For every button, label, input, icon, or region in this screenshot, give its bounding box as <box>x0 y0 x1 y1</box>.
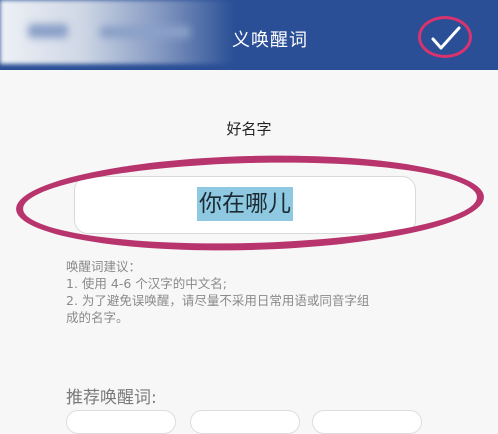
blurred-region <box>100 26 190 38</box>
blurred-region <box>28 24 68 38</box>
annotation-circle <box>418 16 472 58</box>
header-bar: 义唤醒词 <box>0 0 498 70</box>
hint-line: 成的名字。 <box>66 310 129 325</box>
recommend-title: 推荐唤醒词: <box>66 388 157 408</box>
recommend-chip[interactable] <box>312 410 422 434</box>
hint-line: 2. 为了避免误唤醒，请尽量不采用日常用语或同音字组 <box>66 293 370 308</box>
name-label: 好名字 <box>226 120 272 138</box>
hint-line: 1. 使用 4-6 个汉字的中文名; <box>66 276 227 291</box>
hint-block: 唤醒词建议： 1. 使用 4-6 个汉字的中文名; 2. 为了避免误唤醒，请尽量… <box>66 258 446 326</box>
recommend-chip[interactable] <box>66 410 176 434</box>
annotation-oval <box>14 149 486 257</box>
recommend-chip[interactable] <box>190 410 300 434</box>
hint-title: 唤醒词建议： <box>66 259 142 274</box>
page-title: 义唤醒词 <box>232 30 308 51</box>
